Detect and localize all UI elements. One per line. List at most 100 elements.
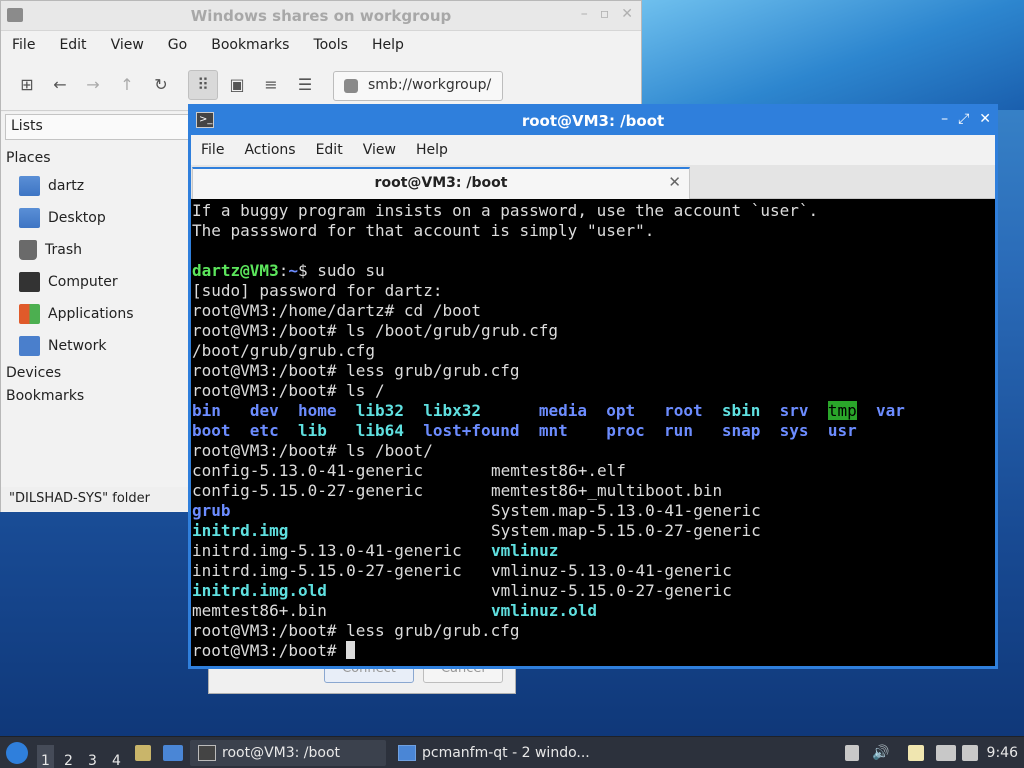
terminal-window: >_ root@VM3: /boot – ⤢ ✕ File Actions Ed… <box>188 104 998 669</box>
sidebar-item-label: Desktop <box>48 210 106 226</box>
clipboard-icon[interactable] <box>908 745 924 761</box>
taskbar-task-pcmanfm[interactable]: pcmanfm-qt - 2 windo... <box>390 740 600 766</box>
ls-entry: sys <box>779 421 809 440</box>
network-icon <box>19 336 40 356</box>
clock[interactable]: 9:46 <box>987 745 1018 761</box>
devices-header[interactable]: Devices <box>6 365 61 381</box>
notifications-icon[interactable] <box>962 745 978 761</box>
workspace-4[interactable]: 4 <box>112 745 121 768</box>
side-pane: Lists Places dartz Desktop Trash Compute… <box>1 112 189 512</box>
start-menu-icon[interactable] <box>6 742 28 764</box>
workspace-1[interactable]: 1 <box>37 745 54 768</box>
ls-entry: media <box>538 401 587 420</box>
bookmarks-header[interactable]: Bookmarks <box>6 388 84 404</box>
prompt-text: root@VM3:/boot# <box>192 641 347 660</box>
ls-entry: snap <box>721 421 761 440</box>
file-manager-titlebar[interactable]: Windows shares on workgroup – ▫ ✕ <box>1 1 641 31</box>
address-bar[interactable]: smb://workgroup/ <box>333 71 503 101</box>
menu-help[interactable]: Help <box>372 37 404 53</box>
sidebar-item-label: Applications <box>48 306 134 322</box>
show-desktop-icon[interactable] <box>163 745 183 761</box>
new-tab-icon[interactable]: ⊞ <box>17 75 37 95</box>
terminal-line: root@VM3:/home/dartz# cd /boot <box>192 301 481 320</box>
menu-bookmarks[interactable]: Bookmarks <box>211 37 289 53</box>
folder-app-icon <box>398 745 416 761</box>
network-status-icon[interactable] <box>936 745 956 761</box>
ls-entry: var <box>876 401 905 420</box>
sidebar-item-dartz[interactable]: dartz <box>19 175 84 197</box>
desktop-wallpaper <box>640 0 1024 110</box>
sidebar-item-applications[interactable]: Applications <box>19 303 134 325</box>
ls-entry: mnt <box>538 421 568 440</box>
ls-entry: proc <box>606 421 645 440</box>
terminal-line: root@VM3:/boot# ls / <box>192 381 385 400</box>
sidebar-item-network[interactable]: Network <box>19 335 106 357</box>
applications-icon <box>19 304 40 324</box>
sidebar-item-desktop[interactable]: Desktop <box>19 207 106 229</box>
restore-icon[interactable]: ⤢ <box>958 111 969 127</box>
close-icon[interactable]: ✕ <box>979 111 991 127</box>
side-pane-mode-select[interactable]: Lists <box>5 114 189 140</box>
menu-view[interactable]: View <box>111 37 144 53</box>
ls-entry: dev <box>249 401 279 420</box>
desktop-folder-icon <box>19 208 40 228</box>
close-icon[interactable]: ✕ <box>621 6 633 22</box>
terminal-titlebar[interactable]: >_ root@VM3: /boot – ⤢ ✕ <box>191 107 995 135</box>
menu-view[interactable]: View <box>363 142 396 158</box>
ls-entry: initrd.img-5.15.0-27-generic <box>192 561 462 580</box>
file-manager-launcher-icon[interactable] <box>135 745 151 761</box>
forward-arrow-icon[interactable]: → <box>83 75 103 95</box>
workspace-2[interactable]: 2 <box>64 745 73 768</box>
terminal-tab-bar: root@VM3: /boot ✕ <box>191 165 995 199</box>
volume-icon[interactable]: 🔊 <box>872 745 889 761</box>
compact-view-icon[interactable]: ≡ <box>261 75 281 95</box>
ls-boot-row: initrd.img-5.15.0-27-generic vmlinuz-5.13… <box>192 561 994 581</box>
menu-go[interactable]: Go <box>168 37 187 53</box>
menu-file[interactable]: File <box>12 37 35 53</box>
ls-boot-row: initrd.img-5.13.0-41-generic vmlinuz <box>192 541 994 561</box>
terminal-screen[interactable]: If a buggy program insists on a password… <box>191 199 995 666</box>
menu-edit[interactable]: Edit <box>316 142 343 158</box>
ls-entry: lib <box>297 421 327 440</box>
minimize-icon[interactable]: – <box>941 111 948 127</box>
task-label: root@VM3: /boot <box>222 745 341 761</box>
ls-boot-row: memtest86+.bin vmlinuz.old <box>192 601 994 621</box>
ls-entry: grub <box>192 501 231 520</box>
ls-entry: etc <box>249 421 279 440</box>
ls-boot-row: grub System.map-5.13.0-41-generic <box>192 501 994 521</box>
ls-root-row: bin dev home lib32 libx32 media opt root… <box>192 401 994 421</box>
sidebar-item-trash[interactable]: Trash <box>19 239 82 261</box>
menu-help[interactable]: Help <box>416 142 448 158</box>
thumbnail-view-icon[interactable]: ▣ <box>227 75 247 95</box>
updates-icon[interactable] <box>845 745 859 761</box>
terminal-line: /boot/grub/grub.cfg <box>192 341 376 360</box>
file-manager-menubar: File Edit View Go Bookmarks Tools Help <box>1 31 641 59</box>
tab-root-boot[interactable]: root@VM3: /boot ✕ <box>192 167 690 199</box>
icon-view-icon[interactable]: ⠿ <box>188 70 218 100</box>
taskbar-task-terminal[interactable]: root@VM3: /boot <box>190 740 386 766</box>
menu-file[interactable]: File <box>201 142 224 158</box>
minimize-icon[interactable]: – <box>581 6 588 22</box>
ls-entry: lib64 <box>355 421 404 440</box>
prompt-user: dartz@VM3 <box>192 261 279 280</box>
prompt-separator: : <box>278 261 289 280</box>
maximize-icon[interactable]: ▫ <box>600 6 610 22</box>
sidebar-item-computer[interactable]: Computer <box>19 271 118 293</box>
detailed-list-icon[interactable]: ☰ <box>295 75 315 95</box>
sidebar-item-label: Network <box>48 338 107 354</box>
file-manager-title: Windows shares on workgroup <box>190 7 452 25</box>
address-value: smb://workgroup/ <box>368 77 492 93</box>
ls-entry: run <box>664 421 693 440</box>
places-header[interactable]: Places <box>6 150 51 166</box>
terminal-line: root@VM3:/boot# ls /boot/ <box>192 441 433 460</box>
ls-entry: home <box>297 401 337 420</box>
menu-edit[interactable]: Edit <box>59 37 86 53</box>
sidebar-item-label: Trash <box>45 242 82 258</box>
back-arrow-icon[interactable]: ← <box>50 75 70 95</box>
up-arrow-icon[interactable]: ↑ <box>117 75 137 95</box>
menu-actions[interactable]: Actions <box>244 142 295 158</box>
reload-icon[interactable]: ↻ <box>151 75 171 95</box>
menu-tools[interactable]: Tools <box>313 37 348 53</box>
tab-close-icon[interactable]: ✕ <box>668 173 681 191</box>
workspace-3[interactable]: 3 <box>88 745 97 768</box>
